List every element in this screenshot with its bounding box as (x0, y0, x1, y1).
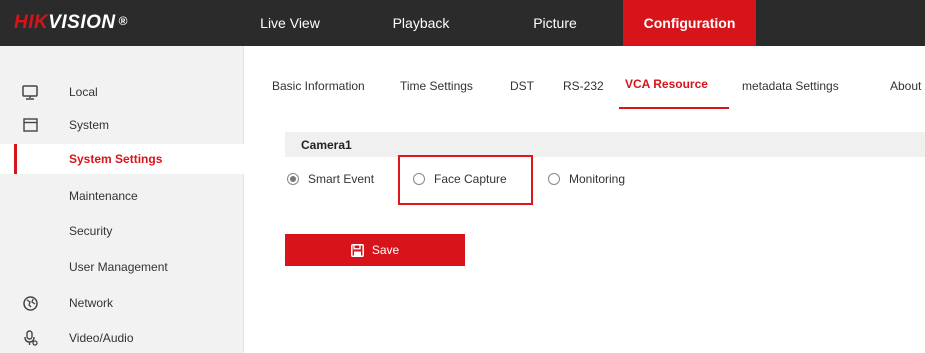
radio-unchecked-icon[interactable] (548, 173, 560, 185)
camera-section-header: Camera1 (285, 132, 925, 157)
sidebar-item-label: System (69, 118, 110, 132)
sidebar-item-user-management[interactable]: User Management (0, 252, 244, 282)
floppy-disk-icon (350, 243, 364, 257)
radio-checked-icon[interactable] (287, 173, 299, 185)
radio-smart-event[interactable]: Smart Event (287, 172, 374, 186)
active-tab-underline (619, 107, 729, 109)
nav-playback[interactable]: Playback (376, 0, 466, 46)
sidebar-item-label: Security (69, 224, 113, 238)
sidebar-item-security[interactable]: Security (0, 216, 244, 246)
sidebar-item-video-audio[interactable]: Video/Audio (0, 323, 244, 353)
nav-picture[interactable]: Picture (510, 0, 600, 46)
radio-label: Smart Event (308, 172, 375, 186)
nav-live-view[interactable]: Live View (244, 0, 336, 46)
camera-title: Camera1 (301, 138, 352, 152)
save-button-label: Save (371, 243, 400, 257)
monitor-icon (22, 84, 38, 100)
config-tabs: Basic Information Time Settings DST RS-2… (245, 46, 925, 116)
radio-label: Monitoring (569, 172, 626, 186)
sidebar-item-label: Network (69, 296, 114, 310)
microphone-icon (22, 330, 38, 346)
sidebar-item-network[interactable]: Network (0, 288, 244, 318)
globe-icon (22, 295, 38, 311)
tab-time-settings[interactable]: Time Settings (400, 79, 473, 93)
radio-monitoring[interactable]: Monitoring (548, 172, 625, 186)
sidebar-item-system[interactable]: System (0, 110, 244, 140)
active-indicator (14, 144, 17, 174)
sidebar-item-label: System Settings (69, 152, 163, 166)
sidebar-item-label: Maintenance (69, 189, 138, 203)
tab-vca-resource[interactable]: VCA Resource (625, 77, 708, 91)
tab-basic-information[interactable]: Basic Information (272, 79, 365, 93)
sidebar-item-label: Local (69, 85, 98, 99)
sidebar-item-label: Video/Audio (69, 331, 134, 345)
logo-registered-mark: ® (118, 14, 128, 28)
save-button[interactable]: Save (285, 234, 465, 266)
highlight-annotation-box (398, 155, 533, 205)
tab-rs-232[interactable]: RS-232 (563, 79, 604, 93)
nav-configuration[interactable]: Configuration (623, 0, 756, 46)
window-icon (22, 117, 38, 133)
sidebar-item-system-settings[interactable]: System Settings (0, 144, 244, 174)
tab-metadata-settings[interactable]: metadata Settings (742, 79, 839, 93)
sidebar-item-label: User Management (69, 260, 168, 274)
tab-about[interactable]: About (890, 79, 921, 93)
sidebar-item-local[interactable]: Local (0, 77, 244, 107)
sidebar-item-maintenance[interactable]: Maintenance (0, 181, 244, 211)
logo-text-white: VISION (48, 12, 116, 33)
top-bar: HIK VISION ® Live View Playback Picture Co… (0, 0, 925, 46)
logo-text-red: HIK (14, 12, 49, 33)
tab-dst[interactable]: DST (510, 79, 534, 93)
hikvision-logo: HIK VISION ® (14, 11, 128, 35)
